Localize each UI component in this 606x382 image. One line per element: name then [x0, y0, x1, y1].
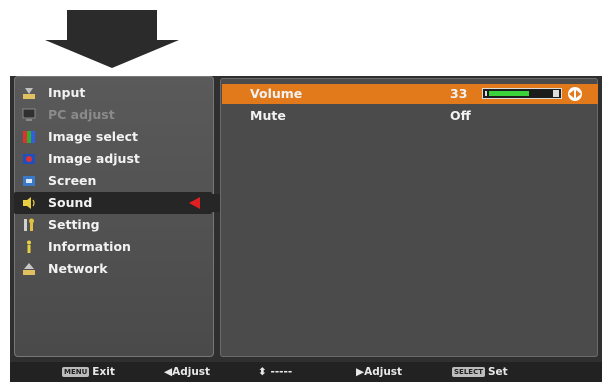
hint-exit: MENU Exit — [62, 366, 115, 378]
level-min-mark — [485, 91, 487, 96]
menu-key-icon: MENU — [62, 367, 90, 377]
volume-row[interactable]: Volume 33 — [222, 84, 598, 104]
image-select-icon — [23, 131, 35, 143]
volume-level-bar[interactable] — [482, 88, 562, 99]
screen-icon — [23, 176, 35, 186]
info-icon — [27, 240, 31, 253]
menu-item-information[interactable]: Information — [14, 236, 214, 258]
up-down-icon: ⬍ — [258, 366, 267, 378]
wrench-icon — [24, 218, 34, 231]
select-key-icon: SELECT — [452, 367, 485, 377]
pc-adjust-icon — [22, 108, 36, 121]
hint-adjust-right: ▶Adjust — [356, 366, 403, 378]
menu-item-screen[interactable]: Screen — [14, 170, 214, 192]
volume-level-fill — [489, 91, 529, 96]
left-right-adjust-icon[interactable] — [568, 87, 582, 101]
hint-set: SELECT Set — [452, 366, 508, 378]
mute-row[interactable]: Mute Off — [222, 106, 598, 126]
menu-item-sound[interactable]: Sound — [14, 192, 222, 214]
menu-item-pc-adjust[interactable]: PC adjust — [14, 104, 214, 126]
menu-item-input[interactable]: Input — [14, 82, 214, 104]
level-max-mark — [553, 90, 559, 97]
right-triangle-icon: ▶ — [356, 366, 365, 378]
menu-item-setting[interactable]: Setting — [14, 214, 214, 236]
selection-pointer-icon — [189, 197, 200, 209]
left-triangle-icon: ◀ — [164, 366, 173, 378]
hint-adjust-left: ◀Adjust — [164, 366, 211, 378]
main-menu: Input PC adjust Image select Image adjus… — [14, 76, 222, 357]
menu-item-network[interactable]: Network — [14, 258, 214, 280]
down-arrow-icon — [45, 10, 179, 68]
speaker-icon — [23, 197, 35, 209]
menu-item-image-select[interactable]: Image select — [14, 126, 214, 148]
network-icon — [23, 263, 35, 275]
menu-item-image-adjust[interactable]: Image adjust — [14, 148, 214, 170]
input-icon — [23, 88, 35, 99]
hint-up-down: ⬍ ----- — [258, 366, 293, 378]
image-adjust-icon — [23, 154, 35, 164]
